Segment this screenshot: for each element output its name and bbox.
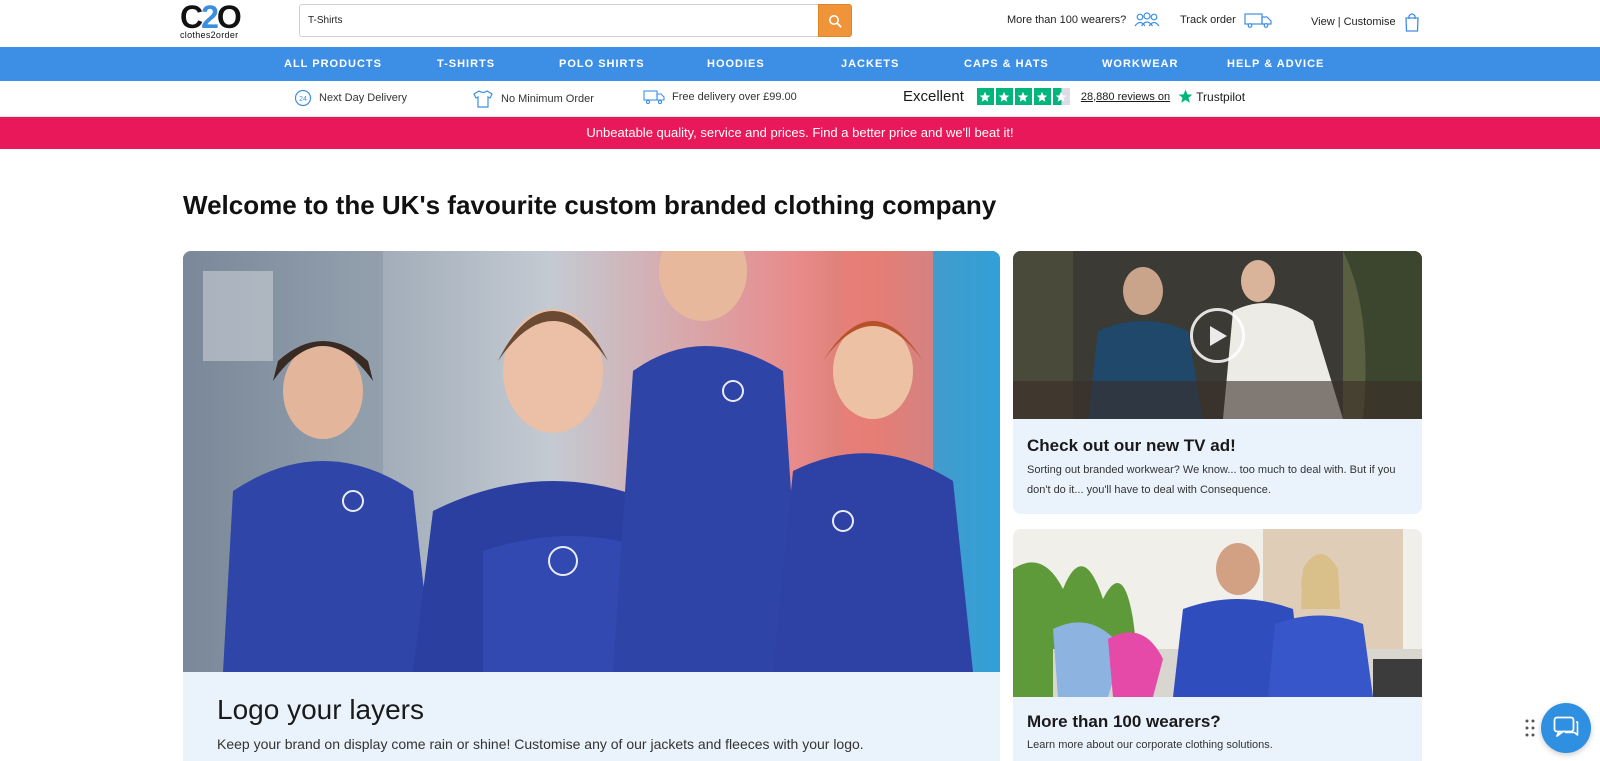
corporate-image bbox=[1013, 529, 1422, 697]
drag-handle-icon[interactable] bbox=[1525, 719, 1535, 737]
trustpilot-reviews-link[interactable]: 28,880 reviews on bbox=[1081, 91, 1170, 103]
tv-ad-text: Sorting out branded workwear? We know...… bbox=[1027, 464, 1396, 496]
logo-mark: C2O bbox=[180, 0, 242, 35]
chat-icon bbox=[1553, 716, 1579, 737]
nav-item-t-shirts[interactable]: T-SHIRTS bbox=[437, 47, 495, 81]
site-logo[interactable]: C2O clothes2order bbox=[180, 0, 250, 42]
wearers-label: More than 100 wearers? bbox=[1007, 14, 1127, 26]
search-input[interactable] bbox=[299, 4, 818, 37]
shopping-bag-icon bbox=[1404, 13, 1419, 32]
promo-banner[interactable]: Unbeatable quality, service and prices. … bbox=[0, 117, 1600, 149]
tshirt-icon bbox=[473, 90, 493, 108]
usp-free-delivery: Free delivery over £99.00 bbox=[643, 89, 797, 105]
24-hour-icon: 24 bbox=[294, 89, 312, 107]
trustpilot-brand: Trustpilot bbox=[1178, 89, 1245, 104]
people-icon bbox=[1134, 12, 1160, 27]
chat-button[interactable] bbox=[1541, 703, 1591, 753]
nav-item-workwear[interactable]: WORKWEAR bbox=[1102, 47, 1178, 81]
usp-free-delivery-label: Free delivery over £99.00 bbox=[672, 91, 797, 103]
svg-text:24: 24 bbox=[299, 96, 307, 103]
corporate-card[interactable]: More than 100 wearers? Learn more about … bbox=[1013, 529, 1422, 761]
truck-icon bbox=[1244, 13, 1272, 28]
view-customise-link[interactable]: View | Customise bbox=[1311, 12, 1420, 32]
play-icon[interactable] bbox=[1190, 308, 1245, 363]
corporate-text: Learn more about our corporate clothing … bbox=[1027, 739, 1273, 751]
hero-image bbox=[183, 251, 1000, 672]
wearers-link[interactable]: More than 100 wearers? bbox=[1007, 12, 1160, 28]
nav-item-jackets[interactable]: JACKETS bbox=[841, 47, 899, 81]
search-button[interactable] bbox=[818, 4, 852, 37]
usp-bar: 24 Next Day Delivery No Minimum Order Fr… bbox=[0, 81, 1600, 117]
hero-body: Logo your layers Keep your brand on disp… bbox=[183, 672, 1000, 761]
star-icon bbox=[1033, 88, 1051, 105]
search-icon bbox=[829, 14, 842, 28]
trustpilot-stars bbox=[976, 88, 1070, 105]
nav-item-polo-shirts[interactable]: POLO SHIRTS bbox=[559, 47, 645, 81]
hero-title: Logo your layers bbox=[217, 694, 425, 725]
half-star-icon bbox=[1052, 88, 1070, 105]
delivery-icon bbox=[643, 90, 665, 105]
page-title: Welcome to the UK's favourite custom bra… bbox=[183, 190, 997, 220]
nav-item-all-products[interactable]: ALL PRODUCTS bbox=[284, 47, 382, 81]
nav-item-hoodies[interactable]: HOODIES bbox=[707, 47, 765, 81]
usp-no-minimum: No Minimum Order bbox=[472, 89, 594, 109]
nav-item-help-advice[interactable]: HELP & ADVICE bbox=[1227, 47, 1324, 81]
tv-ad-card[interactable]: Check out our new TV ad! Sorting out bra… bbox=[1013, 251, 1422, 514]
trustpilot-widget[interactable]: Excellent 28,880 reviews on Trustpilot bbox=[903, 88, 1245, 105]
star-icon bbox=[1014, 88, 1032, 105]
track-order-link[interactable]: Track order bbox=[1180, 12, 1272, 28]
trustpilot-rating-word: Excellent bbox=[903, 88, 964, 105]
trustpilot-brand-label: Trustpilot bbox=[1196, 89, 1246, 104]
hero-text: Keep your brand on display come rain or … bbox=[217, 736, 864, 752]
star-icon bbox=[995, 88, 1013, 105]
usp-no-minimum-label: No Minimum Order bbox=[501, 93, 594, 105]
nav-item-caps-hats[interactable]: CAPS & HATS bbox=[964, 47, 1049, 81]
usp-next-day-label: Next Day Delivery bbox=[319, 92, 408, 104]
corporate-title: More than 100 wearers? bbox=[1027, 712, 1221, 731]
trustpilot-star-icon bbox=[1178, 89, 1193, 103]
tv-ad-video-thumbnail[interactable] bbox=[1013, 251, 1422, 419]
site-header: C2O clothes2order More than 100 wearers?… bbox=[0, 0, 1600, 47]
usp-next-day: 24 Next Day Delivery bbox=[294, 89, 407, 107]
tv-ad-title: Check out our new TV ad! bbox=[1027, 436, 1236, 455]
star-icon bbox=[976, 88, 994, 105]
main-nav: ALL PRODUCTS T-SHIRTS POLO SHIRTS HOODIE… bbox=[0, 47, 1600, 81]
hero-card[interactable]: Logo your layers Keep your brand on disp… bbox=[183, 251, 1000, 761]
track-order-label: Track order bbox=[1180, 14, 1236, 26]
view-customise-label: View | Customise bbox=[1311, 16, 1396, 28]
